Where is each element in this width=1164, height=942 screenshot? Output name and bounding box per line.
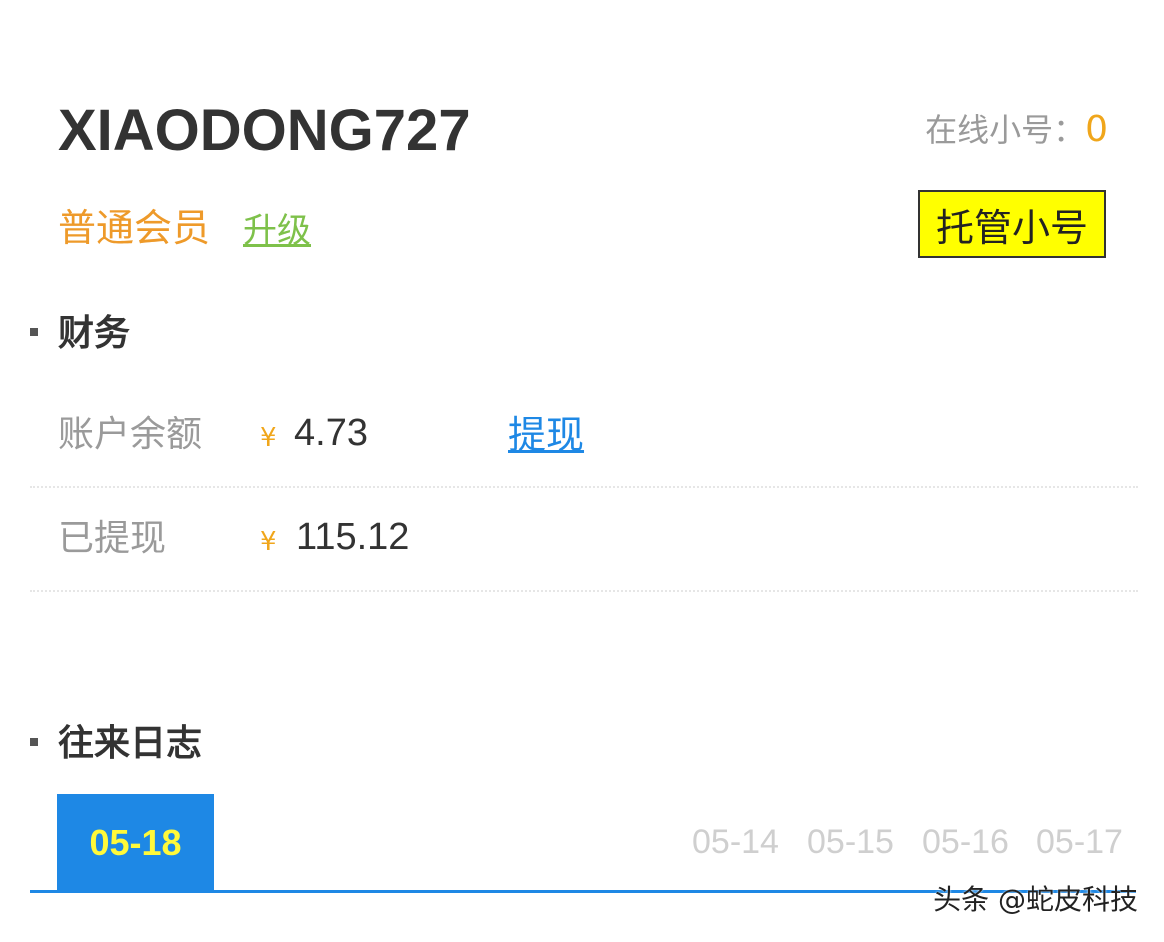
online-accounts-label: 在线小号： (925, 111, 1086, 149)
username: XIAODONG727 (58, 98, 471, 163)
balance-label: 账户余额 (58, 414, 203, 455)
tab-date-active[interactable]: 05-18 (57, 794, 214, 892)
section-bullet-icon (30, 738, 38, 746)
balance-value: 4.73 (294, 412, 368, 454)
tab-date[interactable]: 05-17 (1036, 820, 1123, 864)
balance-currency-icon: ¥ (260, 423, 277, 453)
tab-date[interactable]: 05-14 (692, 820, 779, 864)
member-level: 普通会员 (58, 206, 211, 250)
withdrawn-currency-icon: ¥ (260, 527, 277, 557)
section-bullet-icon (30, 328, 38, 336)
divider (30, 486, 1138, 488)
log-section-title: 往来日志 (58, 723, 203, 764)
divider (30, 590, 1138, 592)
watermark: 头条 @蛇皮科技 (933, 883, 1138, 916)
upgrade-link[interactable]: 升级 (243, 208, 311, 254)
tab-date[interactable]: 05-15 (807, 820, 894, 864)
online-accounts: 在线小号：0 (925, 108, 1108, 152)
online-accounts-count: 0 (1085, 109, 1108, 150)
host-accounts-button[interactable]: 托管小号 (918, 190, 1106, 258)
withdrawn-value: 115.12 (296, 516, 410, 558)
withdraw-link[interactable]: 提现 (508, 410, 584, 460)
finance-section-title: 财务 (58, 313, 131, 354)
tab-date[interactable]: 05-16 (922, 820, 1009, 864)
withdrawn-label: 已提现 (58, 518, 167, 559)
